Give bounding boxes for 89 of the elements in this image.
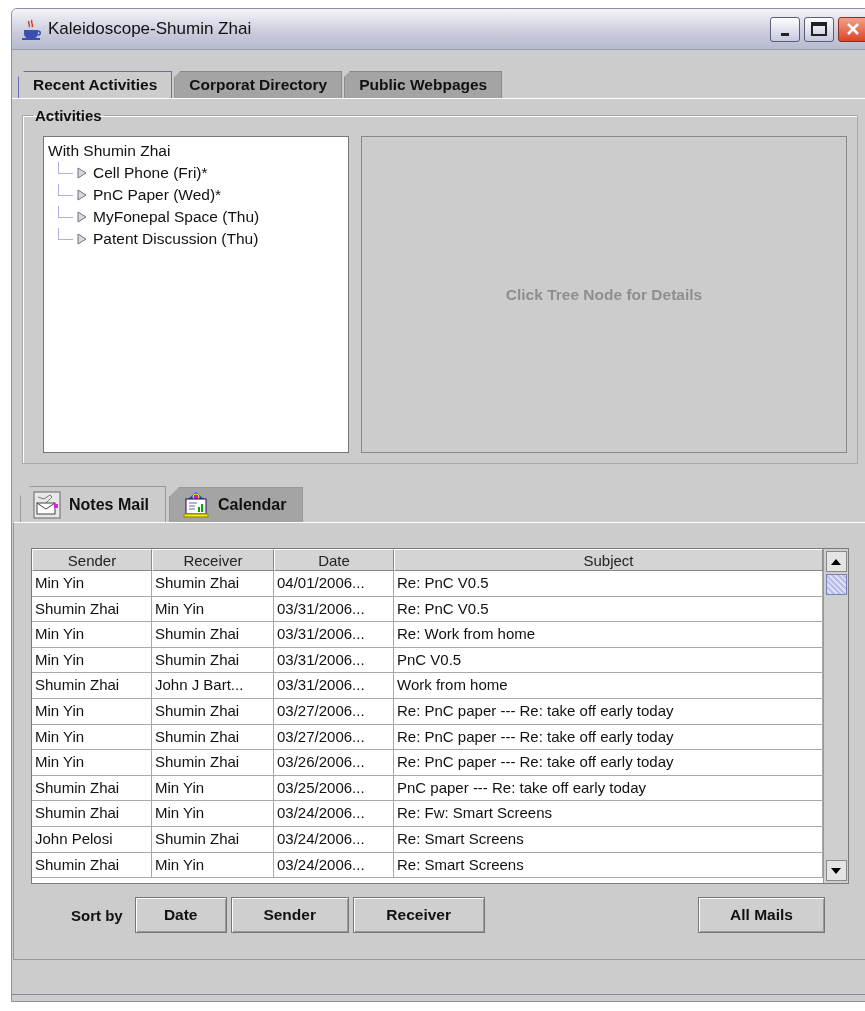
scroll-down-button[interactable] [825,860,847,881]
sort-label: Sort by [71,906,123,924]
table-cell: Re: Work from home [394,622,823,648]
close-icon [846,22,860,36]
all-mails-button[interactable]: All Mails [698,897,825,933]
table-cell: Re: PnC paper --- Re: take off early today [394,724,823,751]
window-title: Kaleidoscope-Shumin Zhai [48,19,252,39]
table-cell: PnC V0.5 [394,647,823,674]
column-header[interactable]: Date [274,549,394,571]
table-cell: 03/31/2006... [274,673,394,699]
table-cell: Min Yin [32,622,152,648]
table-cell: Shumin Zhai [32,673,152,699]
table-cell: Min Yin [152,852,274,879]
table-cell: Re: PnC paper --- Re: take off early today [394,750,823,776]
tab[interactable]: Recent Activities [18,71,173,98]
expand-arrow-icon[interactable] [76,211,88,223]
table-cell: Min Yin [152,596,274,623]
table-cell: Min Yin [32,724,152,751]
table-cell: 03/24/2006... [274,852,394,879]
tab[interactable]: Public Webpages [344,71,503,98]
table-cell: Re: Smart Screens [394,826,823,853]
up-arrow-icon [830,557,842,566]
minimize-icon [781,32,789,36]
table-cell: Shumin Zhai [152,698,274,725]
table-cell: 03/24/2006... [274,801,394,827]
expand-arrow-icon[interactable] [76,189,88,201]
table-cell: Shumin Zhai [32,596,152,623]
table-cell: 03/31/2006... [274,622,394,648]
table-cell: Shumin Zhai [32,852,152,879]
table-cell: Shumin Zhai [152,571,274,597]
expand-arrow-icon[interactable] [76,167,88,179]
expand-arrow-icon[interactable] [76,233,88,245]
sort-button[interactable]: Receiver [352,897,485,933]
table-cell: 03/24/2006... [274,826,394,853]
table-cell: Re: PnC V0.5 [394,571,823,597]
table-cell: 03/25/2006... [274,775,394,802]
sort-button[interactable]: Sender [230,897,349,933]
tree-node[interactable]: PnC Paper (Wed)* [93,186,222,204]
tree-node[interactable]: With Shumin Zhai [48,140,344,162]
table-cell: Min Yin [32,647,152,674]
tab[interactable]: Calendar [169,487,304,522]
table-cell: 04/01/2006... [274,571,394,597]
table-cell: Shumin Zhai [32,801,152,827]
table-cell: 03/31/2006... [274,596,394,623]
scrollbar[interactable] [823,549,848,883]
table-cell: 03/27/2006... [274,724,394,751]
down-arrow-icon [830,866,842,875]
column-header[interactable]: Subject [394,549,823,571]
table-cell: PnC paper --- Re: take off early today [394,775,823,802]
table-cell: Shumin Zhai [152,826,274,853]
maximize-icon [811,22,827,36]
table-cell: Min Yin [32,571,152,597]
coffee-cup-icon [20,17,42,41]
close-button[interactable] [838,16,865,42]
table-cell: Min Yin [152,775,274,802]
table-cell: Re: Smart Screens [394,852,823,879]
table-cell: Shumin Zhai [152,622,274,648]
table-cell: Min Yin [152,801,274,827]
table-cell: Re: Fw: Smart Screens [394,801,823,827]
table-cell: Shumin Zhai [152,750,274,776]
table-cell: 03/27/2006... [274,698,394,725]
table-cell: Shumin Zhai [32,775,152,802]
tree-node[interactable]: MyFonepal Space (Thu) [93,208,260,226]
table-cell: John Pelosi [32,826,152,853]
scroll-thumb[interactable] [825,574,847,595]
calendar-icon [182,491,210,519]
detail-hint: Click Tree Node for Details [505,285,703,304]
sort-button[interactable]: Date [134,897,227,933]
column-header[interactable]: Receiver [152,549,274,571]
minimize-button[interactable] [770,16,800,42]
envelope-icon [33,490,61,519]
tab[interactable]: Notes Mail [20,486,166,522]
column-header[interactable]: Sender [32,549,152,571]
table-cell: Re: PnC paper --- Re: take off early today [394,698,823,725]
tree-node[interactable]: Cell Phone (Fri)* [93,164,208,182]
tab[interactable]: Corporat Directory [174,71,343,98]
table-cell: 03/26/2006... [274,750,394,776]
table-cell: John J Bart... [152,673,274,699]
table-cell: Work from home [394,673,823,699]
table-cell: Re: PnC V0.5 [394,596,823,623]
table-cell: Min Yin [32,750,152,776]
table-cell: Shumin Zhai [152,724,274,751]
group-title: Activities [34,107,103,124]
tree-node[interactable]: Patent Discussion (Thu) [93,230,259,248]
table-cell: 03/31/2006... [274,647,394,674]
table-cell: Shumin Zhai [152,647,274,674]
scroll-up-button[interactable] [825,551,847,572]
maximize-button[interactable] [804,16,834,42]
table-cell: Min Yin [32,698,152,725]
